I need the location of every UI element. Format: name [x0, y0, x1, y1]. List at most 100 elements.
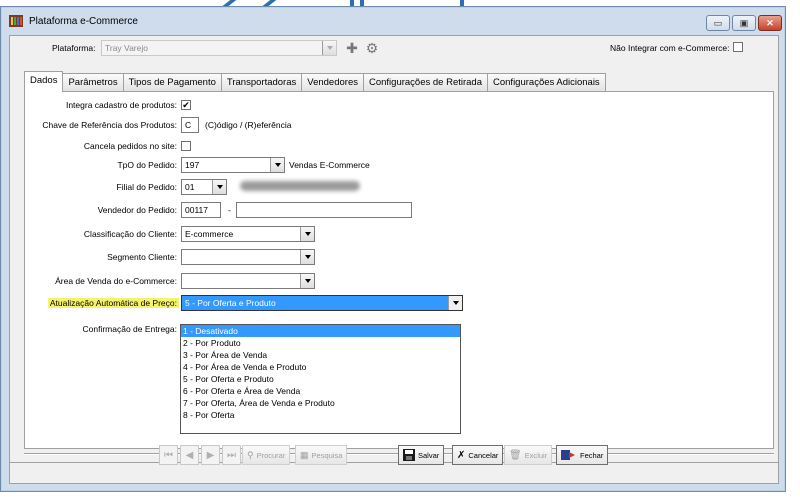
list-item[interactable]: 3 - Por Área de Venda — [181, 349, 460, 361]
tab-parametros[interactable]: Parâmetros — [62, 73, 124, 91]
procurar-label: Procurar — [256, 450, 286, 460]
nao-integrar-checkbox[interactable] — [733, 42, 743, 52]
filial-value: 01 — [185, 182, 195, 192]
minimize-button[interactable]: ▭ — [706, 15, 730, 31]
app-icon — [9, 15, 23, 27]
list-item[interactable]: 2 - Por Produto — [181, 337, 460, 349]
salvar-button[interactable]: Salvar — [398, 445, 445, 465]
excluir-label: Excluir — [524, 450, 548, 460]
chevron-down-icon[interactable] — [300, 274, 314, 288]
cancela-pedidos-checkbox[interactable] — [181, 141, 191, 151]
tab-bar: Dados Parâmetros Tipos de Pagamento Tran… — [24, 71, 606, 92]
chevron-down-icon[interactable] — [322, 41, 336, 55]
check-icon: ✔ — [182, 100, 190, 110]
tab-vendedores[interactable]: Vendedores — [301, 73, 364, 91]
close-button[interactable]: ✕ — [758, 15, 782, 31]
vendedor-code-input[interactable]: 00117 — [181, 202, 221, 218]
fechar-label: Fechar — [580, 450, 604, 460]
plataforma-value: Tray Varejo — [105, 43, 148, 53]
filial-select[interactable]: 01 — [181, 179, 227, 195]
list-item[interactable]: 1 - Desativado — [181, 325, 460, 337]
tab-configuracoes-retirada[interactable]: Configurações de Retirada — [362, 73, 488, 91]
tpo-value: 197 — [185, 160, 200, 170]
vendedor-label: Vendedor do Pedido: — [97, 205, 177, 215]
trash-icon: 🗑 — [509, 449, 522, 461]
tab-dados[interactable]: Dados — [24, 71, 64, 92]
classificacao-label: Classificação do Cliente: — [83, 229, 177, 239]
integra-cadastro-label: Integra cadastro de produtos: — [65, 100, 177, 110]
list-item[interactable]: 4 - Por Área de Venda e Produto — [181, 361, 460, 373]
area-venda-select[interactable] — [181, 273, 315, 289]
atualizacao-dropdown-list: 1 - Desativado 2 - Por Produto 3 - Por Á… — [180, 324, 461, 434]
classificacao-value: E-commerce — [185, 229, 234, 239]
plataforma-select[interactable]: Tray Varejo — [101, 40, 337, 56]
window-title: Plataforma e-Commerce — [29, 16, 138, 27]
cancelar-button[interactable]: ✗ Cancelar — [452, 445, 504, 465]
first-icon: ⏮ — [164, 449, 173, 461]
save-icon — [403, 449, 415, 461]
list-item[interactable]: 6 - Por Oferta e Área de Venda — [181, 385, 460, 397]
chave-referencia-hint: (C)ódigo / (R)eferência — [205, 120, 292, 130]
pesquisa-label: Pesquisa — [311, 450, 343, 460]
last-icon: ⏭ — [227, 449, 236, 461]
vendedor-separator: - — [228, 205, 231, 215]
confirmacao-label: Confirmação de Entrega: — [82, 324, 178, 334]
grid-icon: ▦ — [300, 449, 309, 460]
plataforma-label: Plataforma: — [52, 43, 96, 53]
nao-integrar-label: Não Integrar com e-Commerce: — [610, 43, 730, 53]
binoculars-icon: ⚲ — [247, 449, 254, 460]
chave-referencia-input[interactable]: C — [181, 117, 199, 133]
atualizacao-select[interactable]: 5 - Por Oferta e Produto — [181, 295, 463, 311]
pesquisa-button[interactable]: ▦ Pesquisa — [295, 445, 348, 465]
minimize-icon: ▭ — [713, 17, 723, 28]
list-item[interactable]: 5 - Por Oferta e Produto — [181, 373, 460, 385]
segmento-label: Segmento Cliente: — [107, 252, 177, 262]
app-window: Plataforma e-Commerce ▭ ▣ ✕ Plataforma: … — [0, 6, 786, 492]
previous-record-button[interactable]: ◀ — [180, 445, 199, 465]
tpo-label: TpO do Pedido: — [117, 160, 177, 170]
list-item[interactable]: 8 - Por Oferta — [181, 409, 460, 421]
atualizacao-value: 5 - Por Oferta e Produto — [185, 298, 276, 308]
maximize-icon: ▣ — [739, 17, 749, 28]
integra-cadastro-checkbox[interactable]: ✔ — [181, 100, 191, 110]
close-icon: ✕ — [766, 17, 774, 28]
cancel-icon: ✗ — [457, 449, 466, 461]
list-item[interactable]: 7 - Por Oferta, Área de Venda e Produto — [181, 397, 460, 409]
chevron-down-icon[interactable] — [270, 158, 284, 172]
chevron-down-icon[interactable] — [300, 250, 314, 264]
title-bar[interactable]: Plataforma e-Commerce ▭ ▣ ✕ — [1, 7, 785, 35]
tab-configuracoes-adicionais[interactable]: Configurações Adicionais — [487, 73, 606, 91]
divider — [10, 462, 778, 464]
classificacao-select[interactable]: E-commerce — [181, 226, 315, 242]
chevron-down-icon[interactable] — [300, 227, 314, 241]
exit-icon — [561, 450, 575, 460]
salvar-label: Salvar — [418, 450, 440, 460]
tab-tipos-pagamento[interactable]: Tipos de Pagamento — [122, 73, 222, 91]
vendedor-name-input[interactable] — [236, 202, 412, 218]
next-icon: ▶ — [206, 449, 215, 461]
redacted-text — [240, 181, 360, 191]
tab-transportadoras[interactable]: Transportadoras — [220, 73, 303, 91]
window-client: Plataforma: Tray Varejo ✚ ⚙ Não Integrar… — [9, 35, 779, 484]
procurar-button[interactable]: ⚲ Procurar — [242, 445, 291, 465]
atualizacao-label: Atualização Automática de Preço: — [47, 298, 179, 308]
chave-referencia-label: Chave de Referência dos Produtos: — [42, 120, 177, 130]
plus-icon[interactable]: ✚ — [344, 40, 360, 56]
next-record-button[interactable]: ▶ — [201, 445, 220, 465]
area-venda-label: Área de Venda do e-Commerce: — [55, 276, 177, 286]
chevron-down-icon[interactable] — [212, 180, 226, 194]
tpo-description: Vendas E-Commerce — [289, 160, 370, 170]
tpo-select[interactable]: 197 — [181, 157, 285, 173]
previous-icon: ◀ — [185, 449, 194, 461]
filial-label: Filial do Pedido: — [116, 182, 177, 192]
fechar-button[interactable]: Fechar — [556, 445, 609, 465]
segmento-select[interactable] — [181, 249, 315, 265]
chevron-down-icon[interactable] — [448, 296, 462, 310]
excluir-button[interactable]: 🗑 Excluir — [504, 445, 553, 465]
first-record-button[interactable]: ⏮ — [159, 445, 178, 465]
cancelar-label: Cancelar — [468, 450, 499, 460]
maximize-button[interactable]: ▣ — [732, 15, 756, 31]
last-record-button[interactable]: ⏭ — [222, 445, 241, 465]
gear-icon[interactable]: ⚙ — [364, 40, 380, 56]
cancela-pedidos-label: Cancela pedidos no site: — [83, 141, 177, 151]
